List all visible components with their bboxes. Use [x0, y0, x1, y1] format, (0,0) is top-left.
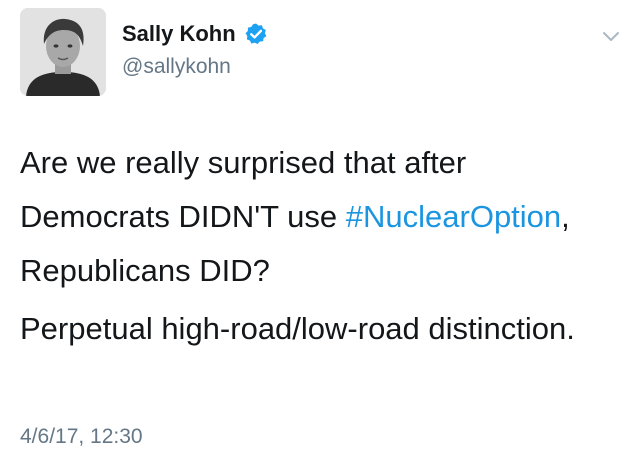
verified-badge-icon	[244, 22, 268, 46]
chevron-down-icon[interactable]	[601, 30, 621, 44]
avatar-photo	[20, 8, 106, 96]
tweet-card: Sally Kohn @sallykohn Are we really surp…	[0, 0, 632, 471]
author-display-name[interactable]: Sally Kohn	[122, 20, 236, 48]
avatar[interactable]	[20, 8, 106, 96]
author-handle[interactable]: @sallykohn	[122, 54, 231, 80]
tweet-text: Are we really surprised that after Democ…	[20, 136, 620, 356]
tweet-timestamp[interactable]: 4/6/17, 12:30	[20, 424, 143, 450]
tweet-paragraph-2: Perpetual high-road/low-road distinction…	[20, 311, 575, 346]
hashtag-link[interactable]: #NuclearOption	[346, 199, 561, 234]
author-name-row: Sally Kohn	[122, 20, 268, 48]
tweet-paragraph-1: Are we really surprised that after Democ…	[20, 136, 620, 298]
